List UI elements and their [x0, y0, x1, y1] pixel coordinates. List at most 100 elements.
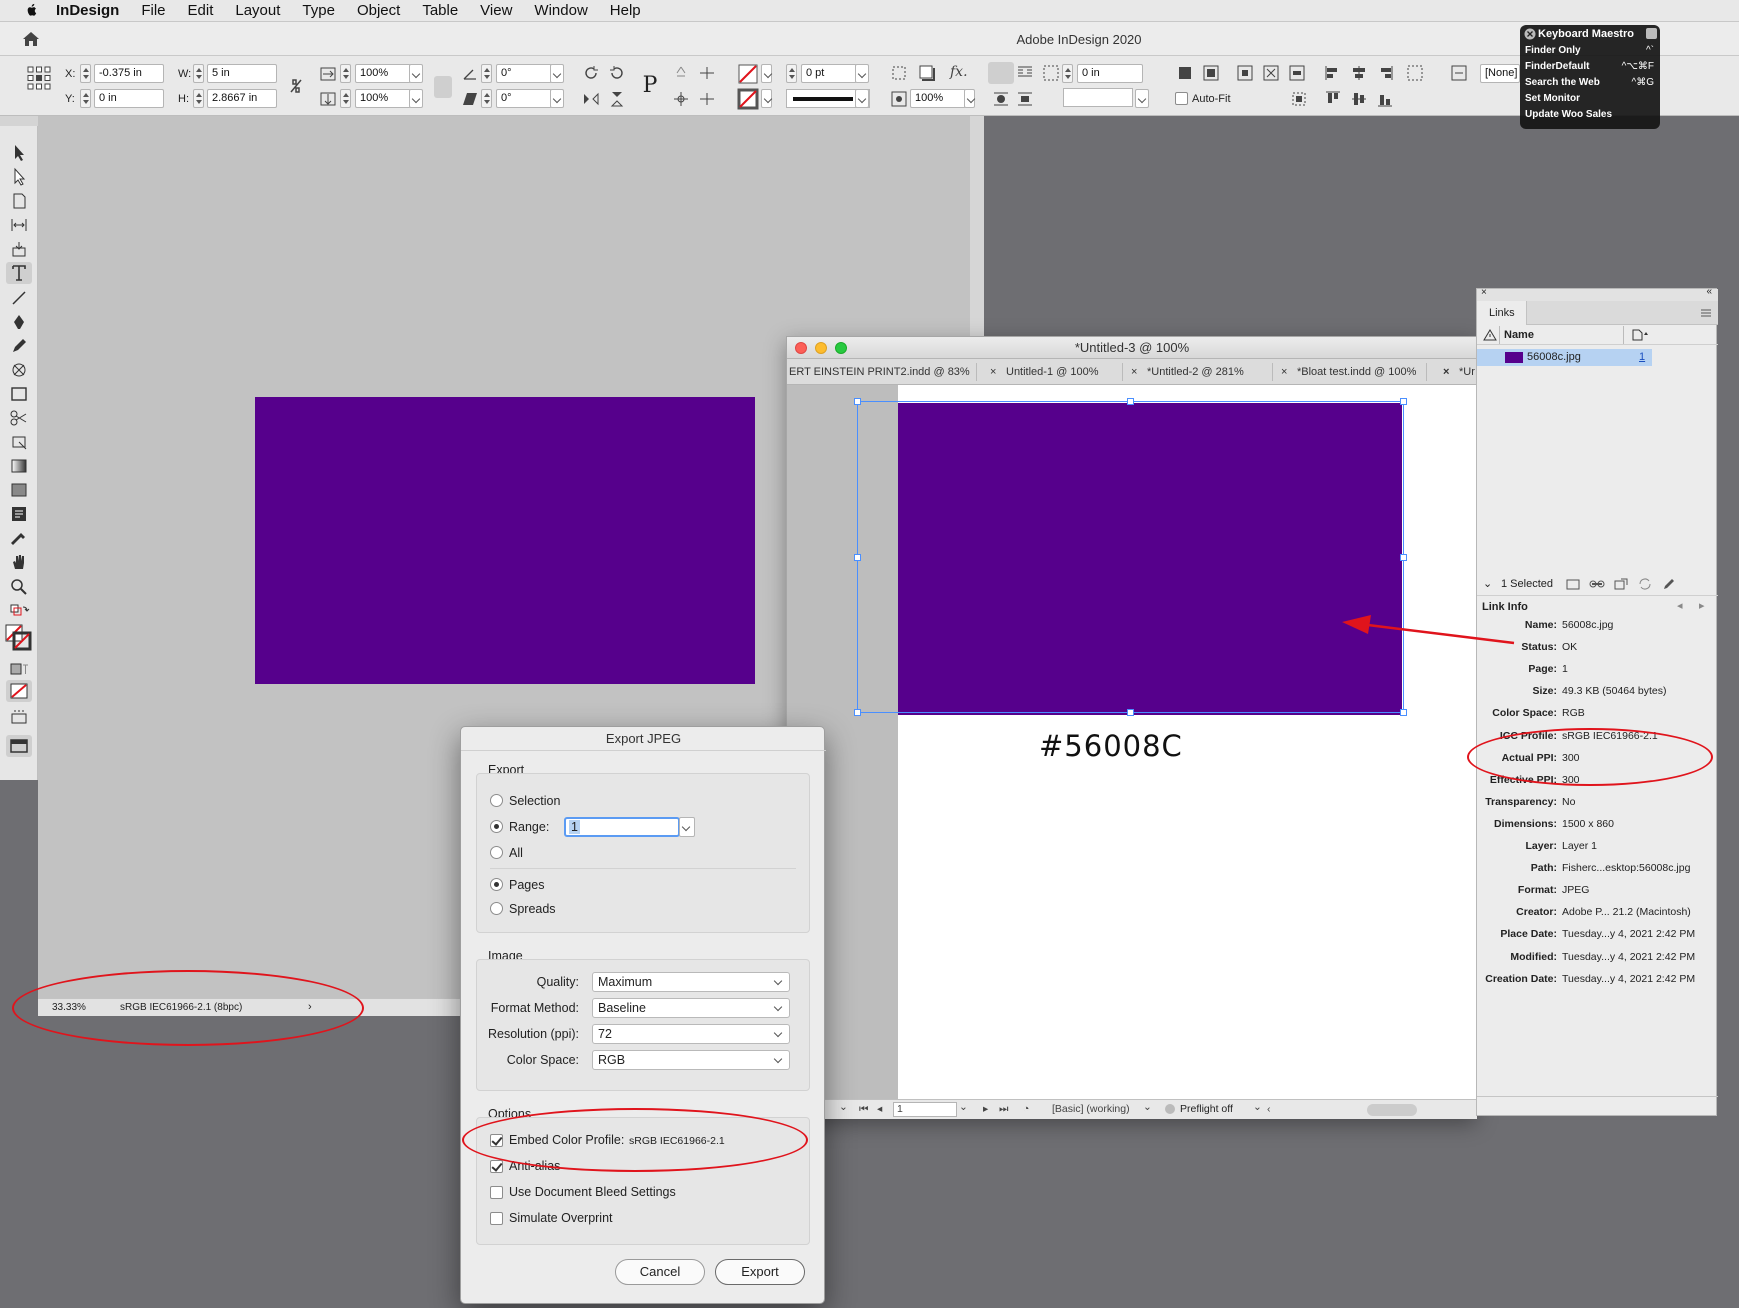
resize-handle[interactable] — [1400, 398, 1407, 405]
close-icon[interactable] — [1524, 28, 1536, 40]
resize-handle[interactable] — [854, 398, 861, 405]
macro-finder-default[interactable]: FinderDefault — [1525, 61, 1589, 72]
bleed-label[interactable]: Use Document Bleed Settings — [509, 1185, 676, 1199]
tab-links[interactable]: Links — [1477, 301, 1527, 325]
rectangle-frame-tool-icon[interactable] — [9, 361, 29, 379]
constrain-scale-icon[interactable] — [434, 76, 452, 98]
page-field[interactable]: 1 — [893, 1102, 957, 1117]
x-field[interactable]: -0.375 in — [94, 64, 164, 83]
scale-x-field[interactable]: 100% — [355, 64, 411, 83]
page-column-icon[interactable] — [1632, 329, 1650, 341]
chevron-down-icon[interactable]: ⌄ — [839, 1101, 848, 1113]
macro-set-monitor[interactable]: Set Monitor — [1525, 93, 1580, 104]
overprint-checkbox[interactable] — [490, 1212, 503, 1225]
resize-handle[interactable] — [854, 709, 861, 716]
menu-edit[interactable]: Edit — [188, 2, 214, 19]
tab-bloat-test[interactable]: *Bloat test.indd @ 100% — [1297, 366, 1416, 378]
type-tool-button[interactable] — [6, 262, 32, 284]
go-to-link-icon[interactable] — [1613, 577, 1629, 591]
chevron-down-icon[interactable]: ⌄ — [1483, 577, 1492, 590]
menu-table[interactable]: Table — [422, 2, 458, 19]
menu-app[interactable]: InDesign — [56, 2, 119, 19]
tab-einstein-print[interactable]: ERT EINSTEIN PRINT2.indd @ 83% — [789, 366, 970, 378]
previous-link-icon[interactable]: ◂ — [1677, 599, 1683, 612]
resize-handle[interactable] — [1127, 709, 1134, 716]
fill-none-icon[interactable] — [738, 64, 758, 84]
align-right-icon[interactable] — [1376, 64, 1394, 82]
y-stepper[interactable] — [80, 89, 91, 108]
close-icon[interactable]: × — [1281, 366, 1287, 378]
quality-select[interactable]: Maximum — [592, 972, 790, 992]
resize-handle[interactable] — [1127, 398, 1134, 405]
format-method-select[interactable]: Baseline — [592, 998, 790, 1018]
align-center-icon[interactable] — [1350, 64, 1368, 82]
w-field[interactable]: 5 in — [207, 64, 277, 83]
direct-selection-tool-icon[interactable] — [9, 167, 29, 186]
text-wrap-shape-icon[interactable] — [992, 90, 1010, 108]
gradient-tool-icon[interactable] — [9, 457, 29, 475]
align-left-icon[interactable] — [1324, 64, 1342, 82]
first-page-icon[interactable]: ⏮ — [859, 1103, 868, 1116]
menu-type[interactable]: Type — [302, 2, 335, 19]
note-tool-icon[interactable] — [9, 505, 29, 523]
fit-content-proportionally-icon[interactable] — [1288, 64, 1306, 82]
flip-horizontal-icon[interactable] — [582, 90, 600, 108]
shear-dropdown[interactable] — [550, 89, 564, 108]
stroke-menu-arrow[interactable] — [761, 89, 772, 108]
align-middle-icon[interactable] — [1350, 90, 1368, 108]
page-tool-icon[interactable] — [9, 192, 29, 210]
menu-help[interactable]: Help — [610, 2, 641, 19]
default-fill-stroke-icon[interactable] — [9, 603, 30, 621]
range-radio[interactable] — [490, 820, 503, 833]
tools-panel-header[interactable] — [0, 116, 38, 126]
scale-y-field[interactable]: 100% — [355, 89, 411, 108]
rectangle-tool-icon[interactable] — [9, 385, 29, 403]
horizontal-scrollbar[interactable] — [1367, 1104, 1417, 1116]
tab-untitled-2[interactable]: *Untitled-2 @ 281% — [1147, 366, 1244, 378]
apple-icon[interactable] — [20, 3, 42, 19]
edit-original-icon[interactable] — [1661, 577, 1677, 591]
y-field[interactable]: 0 in — [94, 89, 164, 108]
screen-mode-button[interactable] — [6, 735, 32, 757]
column-name[interactable]: Name — [1504, 329, 1534, 341]
resolution-combo[interactable]: 72 — [592, 1024, 790, 1044]
antialias-checkbox[interactable] — [490, 1160, 503, 1173]
distribute-icon[interactable] — [1406, 64, 1424, 82]
menu-object[interactable]: Object — [357, 2, 400, 19]
shear-stepper[interactable] — [481, 89, 492, 108]
menu-layout[interactable]: Layout — [235, 2, 280, 19]
effects-fx-icon[interactable]: fx. — [950, 64, 968, 80]
selection-label[interactable]: Selection — [509, 794, 560, 808]
macro-update-woo-sales[interactable]: Update Woo Sales — [1525, 109, 1612, 120]
frame-fitting-icon[interactable] — [890, 64, 908, 82]
spreads-radio[interactable] — [490, 902, 503, 915]
panel-header[interactable]: × « — [1477, 286, 1718, 301]
opacity-arrow[interactable] — [964, 89, 975, 108]
all-label[interactable]: All — [509, 846, 523, 860]
h-stepper[interactable] — [193, 89, 204, 108]
text-wrap-bbox-icon[interactable] — [1016, 64, 1034, 82]
zoom-window-button[interactable] — [835, 342, 847, 354]
palette-menu-icon[interactable] — [1646, 28, 1657, 39]
link-filename[interactable]: 56008c.jpg — [1527, 351, 1581, 363]
rotate-field[interactable]: 0° — [496, 64, 552, 83]
center-content-icon[interactable] — [1236, 64, 1254, 82]
close-icon[interactable]: × — [1443, 366, 1449, 378]
resize-handle[interactable] — [1400, 554, 1407, 561]
fill-frame-proportionally-icon[interactable] — [1262, 64, 1280, 82]
overprint-label[interactable]: Simulate Overprint — [509, 1211, 613, 1225]
export-button[interactable]: Export — [715, 1259, 805, 1285]
close-icon[interactable]: × — [990, 366, 996, 378]
scale-y-dropdown[interactable] — [409, 89, 423, 108]
select-previous-icon[interactable] — [698, 64, 716, 82]
minimize-window-button[interactable] — [815, 342, 827, 354]
text-frame-options-dropdown[interactable] — [1135, 89, 1149, 108]
drop-shadow-icon[interactable] — [918, 64, 936, 82]
range-label[interactable]: Range: — [509, 820, 549, 834]
fit-frame-content-icon[interactable] — [1202, 64, 1220, 82]
chevron-down-icon[interactable]: ⌄ — [959, 1101, 968, 1113]
resize-handle[interactable] — [854, 554, 861, 561]
link-row[interactable]: 56008c.jpg 1 — [1477, 349, 1652, 366]
pages-label[interactable]: Pages — [509, 878, 544, 892]
text-wrap-jump-icon[interactable] — [1016, 90, 1034, 108]
